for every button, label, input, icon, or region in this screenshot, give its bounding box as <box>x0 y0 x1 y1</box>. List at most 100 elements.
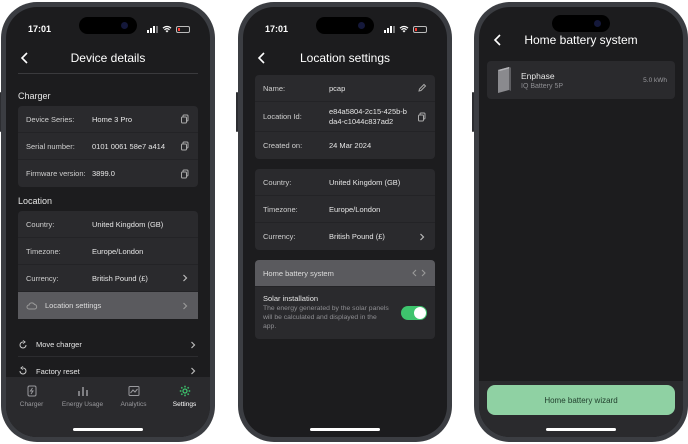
timezone-row: Timezone: Europe/London <box>255 196 435 223</box>
currency-label: Currency: <box>26 273 59 283</box>
chevron-right-icon <box>420 233 425 240</box>
tab-charger-label: Charger <box>19 401 44 408</box>
header-divider <box>18 73 198 74</box>
device-series-row: Device Series: Home 3 Pro <box>18 106 198 133</box>
reset-icon <box>19 366 27 375</box>
location-settings-label: Location settings <box>45 301 102 310</box>
move-icon <box>19 339 27 348</box>
chevron-right-icon <box>191 367 196 375</box>
battery-brand: Enphase <box>521 70 555 81</box>
timezone-label: Timezone: <box>263 204 298 214</box>
home-battery-system-label: Home battery system <box>263 268 334 278</box>
timezone-label: Timezone: <box>26 246 61 256</box>
serial-number-row: Serial number: 0101 0061 58e7 a414 <box>18 133 198 160</box>
created-on-label: Created on: <box>263 141 303 150</box>
currency-label: Currency: <box>263 232 296 241</box>
device-details-header: Device details <box>6 47 210 69</box>
location-section-label: Location <box>18 196 53 206</box>
page-title: Location settings <box>299 51 391 65</box>
serial-number-value: 0101 0061 58e7 a414 <box>92 141 165 151</box>
copy-icon[interactable] <box>180 141 190 151</box>
tab-settings-label: Settings <box>172 401 197 408</box>
back-arrow-icon[interactable] <box>255 51 269 65</box>
home-battery-system-screen: Home battery system Enphase IQ Battery 5… <box>479 7 683 437</box>
page-title: Home battery system <box>524 33 638 47</box>
page-title: Device details <box>70 51 146 65</box>
created-on-value: 24 Mar 2024 <box>329 141 372 150</box>
device-details-screen: 17:01 Device details Charger Device Seri… <box>6 7 210 437</box>
timezone-value: Europe/London <box>92 246 144 256</box>
copy-icon[interactable] <box>417 112 427 122</box>
home-battery-wizard-button[interactable]: Home battery wizard <box>487 385 675 415</box>
name-label: Name: <box>263 83 286 93</box>
country-row: Country: United Kingdom (GB) <box>255 169 435 196</box>
currency-row[interactable]: Currency: British Pound (£) <box>255 223 435 250</box>
back-arrow-icon[interactable] <box>18 51 32 65</box>
device-series-label: Device Series: <box>26 114 75 124</box>
timezone-row: Timezone: Europe/London <box>18 238 198 265</box>
tab-charger[interactable]: Charger <box>6 385 57 437</box>
currency-row[interactable]: Currency: British Pound (£) <box>18 265 198 292</box>
location-settings-header: Location settings <box>243 47 447 69</box>
battery-capacity: 5.0 kWh <box>643 76 667 84</box>
battery-list-item[interactable]: Enphase IQ Battery 5P 5.0 kWh <box>487 61 675 99</box>
tab-settings[interactable]: Settings <box>159 385 210 437</box>
status-bar: 17:01 <box>6 22 210 36</box>
country-label: Country: <box>26 219 55 229</box>
firmware-version-label: Firmware version: <box>26 169 86 178</box>
region-card: Country: United Kingdom (GB) Timezone: E… <box>255 169 435 250</box>
name-value: pcap <box>329 83 346 93</box>
location-settings-row[interactable]: Location settings <box>18 292 198 319</box>
firmware-version-row: Firmware version: 3899.0 <box>18 160 198 187</box>
wifi-icon <box>399 25 409 33</box>
copy-icon[interactable] <box>180 169 190 179</box>
gear-icon <box>179 385 190 397</box>
serial-number-label: Serial number: <box>26 141 75 151</box>
location-settings-screen: 17:01 Location settings Name: pcap Locat… <box>243 7 447 437</box>
currency-value: British Pound (£) <box>92 273 148 283</box>
phone-location-settings: 17:01 Location settings Name: pcap Locat… <box>236 2 452 442</box>
charger-info-card: Device Series: Home 3 Pro Serial number:… <box>18 106 198 187</box>
tab-energy-usage-label: Energy Usage <box>61 401 104 408</box>
battery-icon <box>176 25 190 33</box>
status-bar: 17:01 <box>243 22 447 36</box>
firmware-version-value: 3899.0 <box>92 169 115 178</box>
charger-icon <box>27 385 36 397</box>
move-charger-label: Move charger <box>36 340 82 349</box>
solar-installation-description: The energy generated by the solar panels… <box>263 305 389 330</box>
factory-reset-label: Factory reset <box>36 366 80 376</box>
bar-chart-icon <box>77 387 88 396</box>
solar-installation-row: Solar installation The energy generated … <box>255 287 435 339</box>
currency-value: British Pound (£) <box>329 232 385 241</box>
created-on-row: Created on: 24 Mar 2024 <box>255 132 435 159</box>
solar-installation-toggle[interactable] <box>401 305 427 320</box>
battery-unit-icon <box>498 67 511 93</box>
wifi-icon <box>162 25 172 33</box>
back-arrow-icon[interactable] <box>491 33 505 47</box>
timezone-value: Europe/London <box>329 204 381 214</box>
analytics-icon <box>128 386 139 396</box>
location-id-row: Location Id: e84a5804-2c15-425b-bda4-c10… <box>255 102 435 132</box>
location-id-label: Location Id: <box>263 112 302 121</box>
solar-installation-title: Solar installation <box>263 294 319 303</box>
home-battery-system-row[interactable]: Home battery system <box>255 260 435 287</box>
signal-icon <box>147 25 158 33</box>
charger-section-label: Charger <box>18 91 51 101</box>
chevron-left-icon <box>412 269 417 277</box>
tab-analytics-label: Analytics <box>120 401 147 408</box>
home-indicator <box>546 428 616 431</box>
move-charger-row[interactable]: Move charger <box>18 333 198 357</box>
solar-battery-card: Home battery system Solar installation T… <box>255 260 435 340</box>
copy-icon[interactable] <box>180 114 190 124</box>
name-row[interactable]: Name: pcap <box>255 75 435 102</box>
pencil-icon[interactable] <box>417 83 427 93</box>
chevron-right-icon <box>191 341 196 348</box>
phone-device-details: 17:01 Device details Charger Device Seri… <box>0 2 215 442</box>
status-time: 17:01 <box>28 24 52 34</box>
country-value: United Kingdom (GB) <box>92 219 164 229</box>
location-id-value: e84a5804-2c15-425b-bda4-c1044c837ad2 <box>329 106 407 126</box>
chevron-right-icon <box>183 302 188 309</box>
home-indicator <box>310 428 380 431</box>
battery-model: IQ Battery 5P <box>521 82 564 90</box>
location-info-card: Name: pcap Location Id: e84a5804-2c15-42… <box>255 75 435 159</box>
